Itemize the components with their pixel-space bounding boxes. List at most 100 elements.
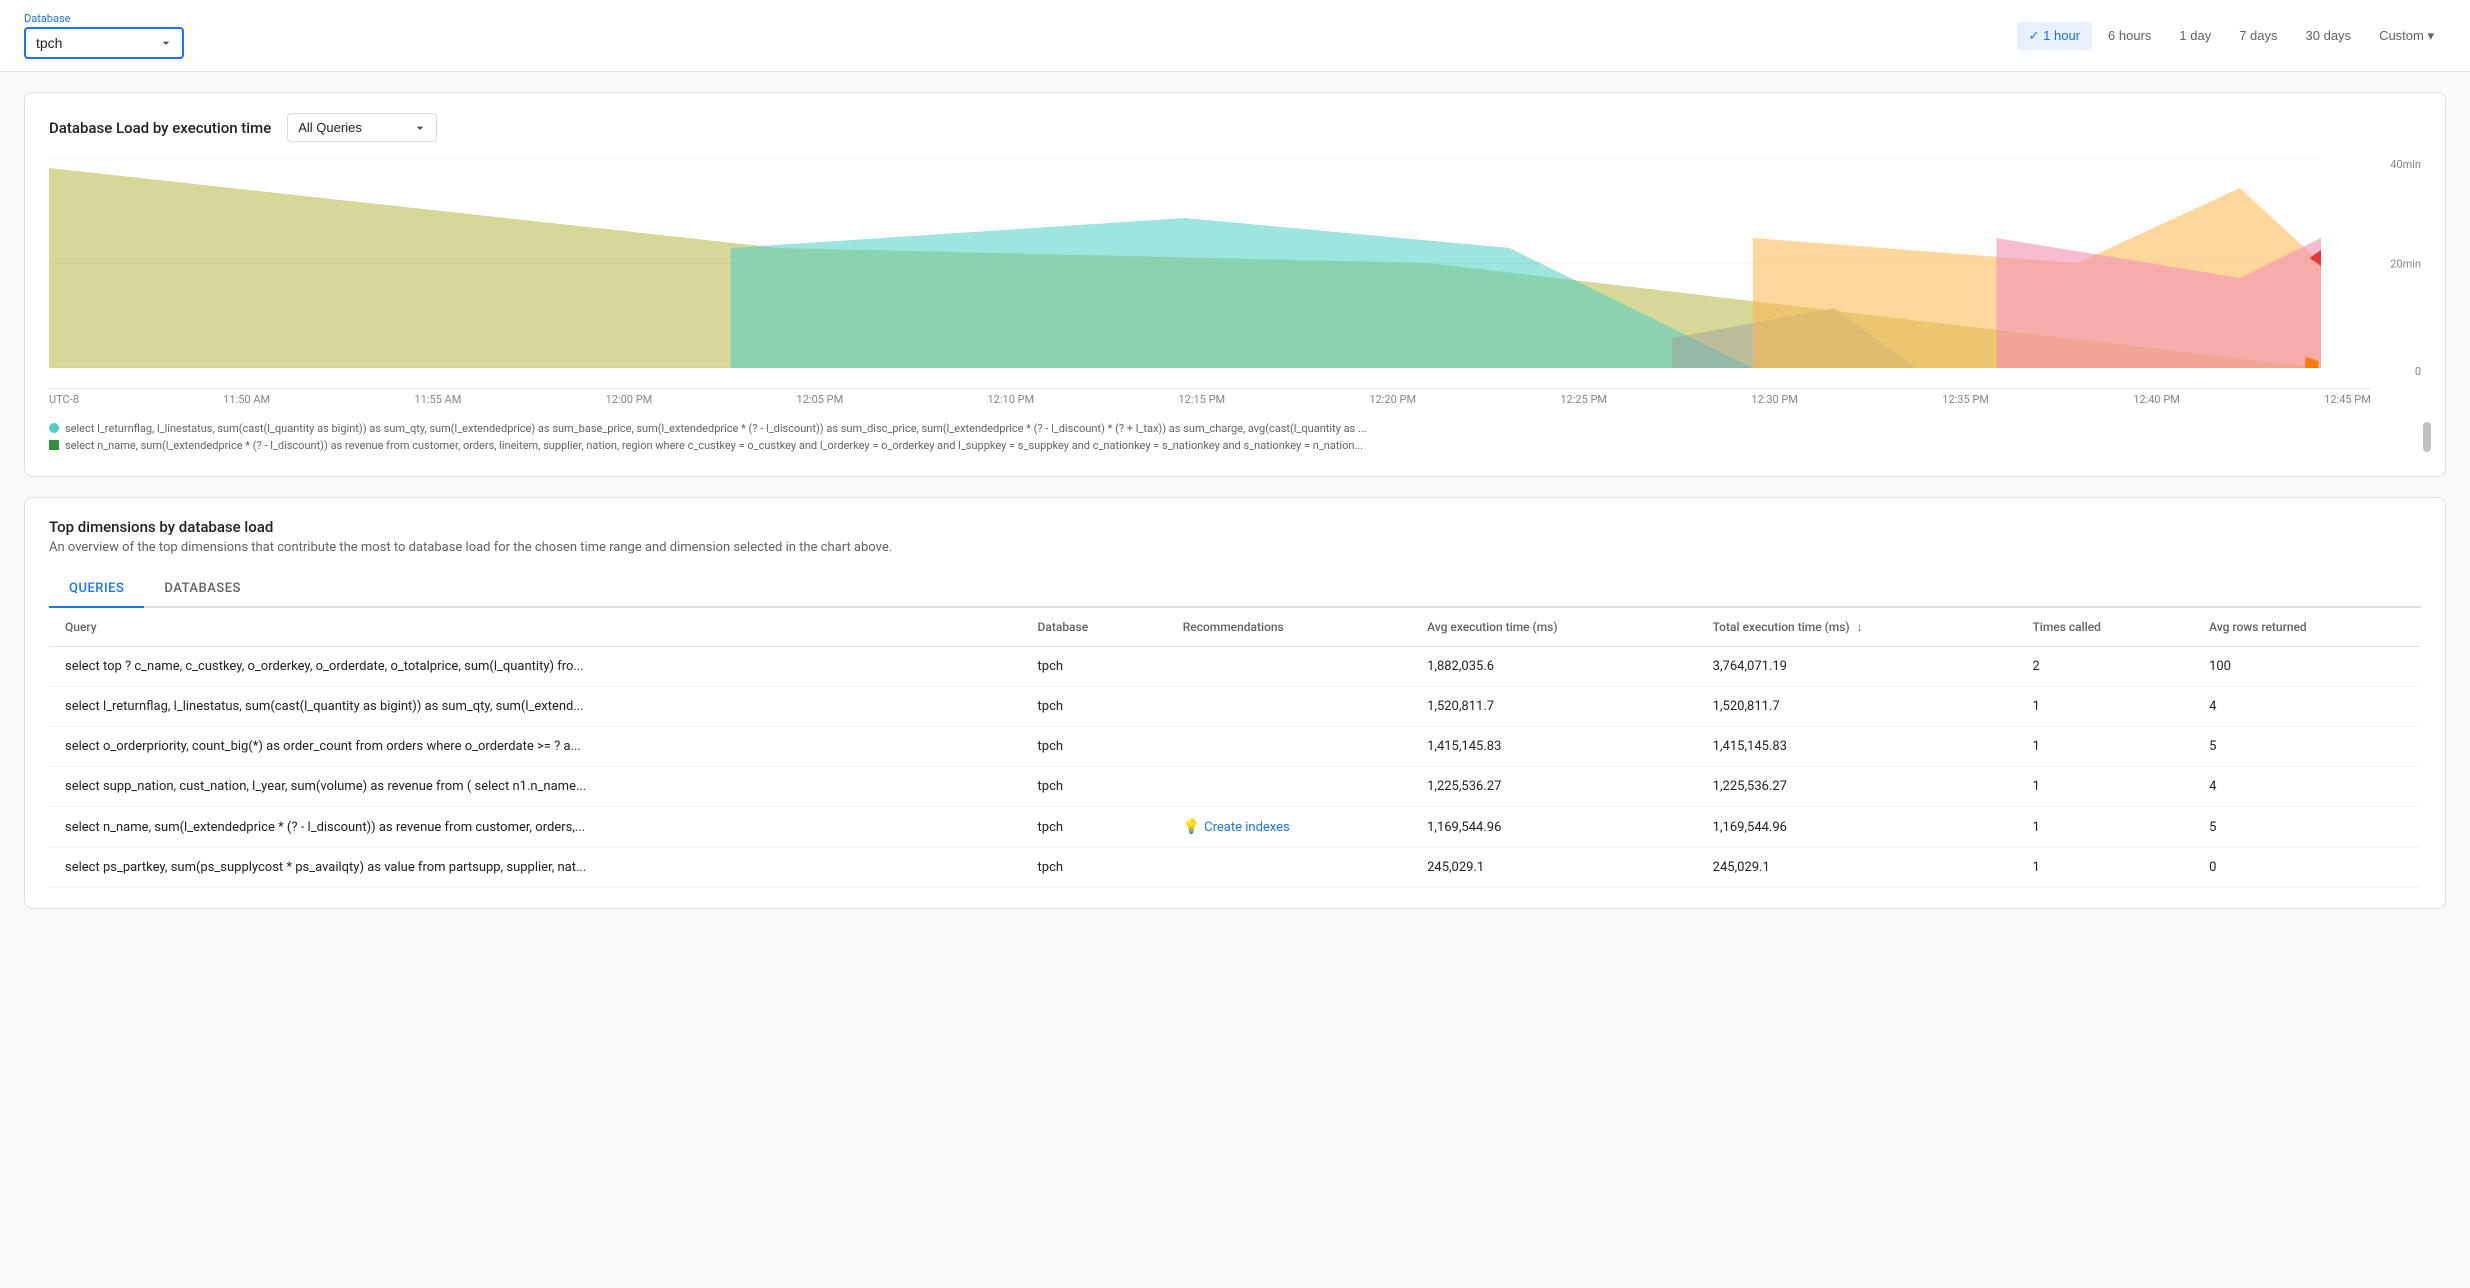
cell-avg-exec: 1,882,035.6 [1411,647,1697,687]
cell-recommendations [1167,687,1411,727]
time-btn-custom[interactable]: Custom ▾ [2367,22,2446,50]
x-label-1230: 12:30 PM [1751,393,1798,406]
x-label-1210: 12:10 PM [988,393,1035,406]
cell-query: select top ? c_name, c_custkey, o_orderk… [49,647,1022,687]
cell-times-called: 1 [2016,807,2193,848]
db-selector-wrapper: Database tpch postgres mydb [24,12,184,59]
time-btn-7d[interactable]: 7 days [2227,22,2289,49]
x-label-1155: 11:55 AM [414,393,461,406]
cell-avg-rows: 4 [2193,767,2421,807]
time-range-bar: 1 hour 6 hours 1 day 7 days 30 days Cust… [2017,22,2446,50]
x-label-1235: 12:35 PM [1942,393,1989,406]
cell-query: select supp_nation, cust_nation, l_year,… [49,767,1022,807]
x-label-1150: 11:50 AM [223,393,270,406]
cell-avg-rows: 0 [2193,848,2421,888]
cell-query: select ps_partkey, sum(ps_supplycost * p… [49,848,1022,888]
cell-avg-exec: 245,029.1 [1411,848,1697,888]
cell-recommendations [1167,647,1411,687]
y-label-20: 20min [2390,257,2421,270]
cell-total-exec: 1,169,544.96 [1697,807,2017,848]
chart-card: Database Load by execution time All Quer… [24,92,2446,477]
table-row: select o_orderpriority, count_big(*) as … [49,727,2421,767]
x-label-1200: 12:00 PM [606,393,653,406]
db-label: Database [24,12,184,25]
header-bar: Database tpch postgres mydb 1 hour 6 hou… [0,0,2470,72]
legend-text-2: select n_name, sum(l_extendedprice * (? … [65,439,1363,452]
cell-database: tpch [1022,727,1167,767]
col-avg-rows: Avg rows returned [2193,608,2421,647]
x-label-1220: 12:20 PM [1369,393,1416,406]
chart-title: Database Load by execution time [49,119,271,137]
cell-database: tpch [1022,767,1167,807]
table-row: select l_returnflag, l_linestatus, sum(c… [49,687,2421,727]
cell-database: tpch [1022,647,1167,687]
x-label-1225: 12:25 PM [1560,393,1607,406]
legend-text-1: select l_returnflag, l_linestatus, sum(c… [65,422,1367,435]
sort-icon-total-exec: ↓ [1857,620,1863,634]
table-row: select ps_partkey, sum(ps_supplycost * p… [49,848,2421,888]
cell-database: tpch [1022,687,1167,727]
cell-total-exec: 1,415,145.83 [1697,727,2017,767]
col-query: Query [49,608,1022,647]
cell-avg-rows: 100 [2193,647,2421,687]
time-btn-6h[interactable]: 6 hours [2096,22,2163,49]
cell-recommendations [1167,727,1411,767]
cell-avg-rows: 5 [2193,807,2421,848]
cell-avg-rows: 4 [2193,687,2421,727]
cell-avg-rows: 5 [2193,727,2421,767]
tabs: QUERIES DATABASES [49,571,2421,608]
y-label-40: 40min [2390,158,2421,171]
db-select[interactable]: tpch postgres mydb [24,27,184,59]
cell-times-called: 1 [2016,687,2193,727]
create-indexes-link[interactable]: 💡 Create indexes [1183,819,1395,835]
x-label-utc: UTC-8 [49,393,79,406]
col-recommendations: Recommendations [1167,608,1411,647]
bulb-icon: 💡 [1183,819,1200,835]
legend-square-2 [49,440,59,450]
cell-times-called: 1 [2016,767,2193,807]
x-axis: UTC-8 11:50 AM 11:55 AM 12:00 PM 12:05 P… [49,388,2371,410]
x-label-1215: 12:15 PM [1178,393,1225,406]
dimensions-title: Top dimensions by database load [49,518,2421,536]
time-btn-1h[interactable]: 1 hour [2017,22,2092,50]
cell-total-exec: 245,029.1 [1697,848,2017,888]
time-btn-1d[interactable]: 1 day [2167,22,2223,49]
query-filter-select[interactable]: All Queries Specific Query [287,113,437,142]
legend-scrollbar[interactable] [2423,422,2431,452]
col-database: Database [1022,608,1167,647]
time-btn-30d[interactable]: 30 days [2294,22,2364,49]
cell-recommendations [1167,848,1411,888]
cell-total-exec: 3,764,071.19 [1697,647,2017,687]
cell-total-exec: 1,225,536.27 [1697,767,2017,807]
cell-times-called: 1 [2016,727,2193,767]
col-times-called: Times called [2016,608,2193,647]
chart-container: 40min 20min 0 [49,158,2421,378]
col-total-exec[interactable]: Total execution time (ms) ↓ [1697,608,2017,647]
chart-svg [49,158,2321,368]
cell-query: select o_orderpriority, count_big(*) as … [49,727,1022,767]
legend-item-2: select n_name, sum(l_extendedprice * (? … [49,439,2421,452]
cell-times-called: 2 [2016,647,2193,687]
cell-database: tpch [1022,848,1167,888]
tab-databases[interactable]: DATABASES [144,571,261,608]
legend-dot-1 [49,423,59,433]
table-row: select supp_nation, cust_nation, l_year,… [49,767,2421,807]
cell-query: select n_name, sum(l_extendedprice * (? … [49,807,1022,848]
cell-query: select l_returnflag, l_linestatus, sum(c… [49,687,1022,727]
x-label-1245: 12:45 PM [2324,393,2371,406]
cell-recommendations[interactable]: 💡 Create indexes [1167,807,1411,848]
dimensions-card: Top dimensions by database load An overv… [24,497,2446,909]
cell-database: tpch [1022,807,1167,848]
table-row: select top ? c_name, c_custkey, o_orderk… [49,647,2421,687]
cell-total-exec: 1,520,811.7 [1697,687,2017,727]
tab-queries[interactable]: QUERIES [49,571,144,608]
cell-recommendations [1167,767,1411,807]
legend-item-1: select l_returnflag, l_linestatus, sum(c… [49,422,2421,435]
cell-avg-exec: 1,520,811.7 [1411,687,1697,727]
cell-times-called: 1 [2016,848,2193,888]
x-label-1240: 12:40 PM [2133,393,2180,406]
cell-avg-exec: 1,169,544.96 [1411,807,1697,848]
cell-avg-exec: 1,225,536.27 [1411,767,1697,807]
y-label-0: 0 [2415,365,2421,378]
legend: select l_returnflag, l_linestatus, sum(c… [49,422,2421,452]
